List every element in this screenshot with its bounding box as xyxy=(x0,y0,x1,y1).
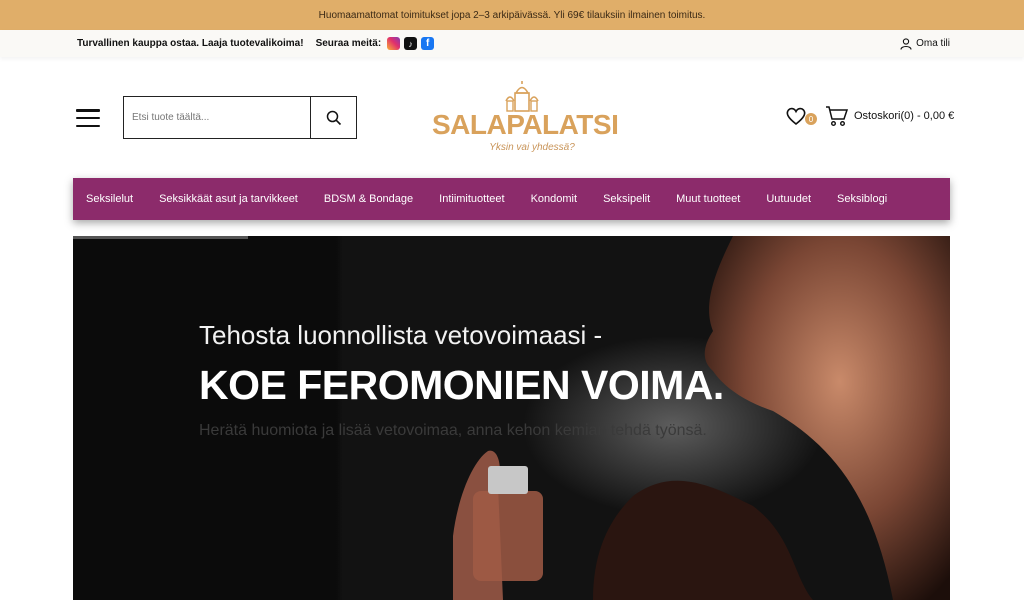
heart-icon xyxy=(786,107,806,126)
cart-icon xyxy=(826,106,849,127)
logo-tagline: Yksin vai yhdessä? xyxy=(489,142,575,153)
site-header: SALAPALATSI Yksin vai yhdessä? 0 Ostosko… xyxy=(0,57,1024,177)
utility-left: Turvallinen kauppa ostaa. Laaja tuoteval… xyxy=(77,30,438,57)
main-nav: Seksilelut Seksikkäät asut ja tarvikkeet… xyxy=(73,178,950,220)
hero-banner[interactable]: Tehosta luonnollista vetovoimaasi - KOE … xyxy=(73,236,950,600)
tiktok-icon[interactable]: ♪ xyxy=(404,37,418,50)
announcement-bar: Huomaamattomat toimitukset jopa 2–3 arki… xyxy=(0,0,1024,30)
search-button[interactable] xyxy=(310,97,356,138)
follow-label: Seuraa meitä: xyxy=(315,38,382,49)
hero-subtitle: Herätä huomiota ja lisää vetovoimaa, ann… xyxy=(199,422,707,439)
wishlist-button[interactable]: 0 xyxy=(785,106,817,126)
wishlist-count: 0 xyxy=(805,113,817,125)
search-icon xyxy=(326,110,341,125)
nav-item-intiimituotteet[interactable]: Intiimituotteet xyxy=(439,193,504,205)
nav-item-kondomit[interactable]: Kondomit xyxy=(531,193,577,205)
site-logo[interactable]: SALAPALATSI Yksin vai yhdessä? xyxy=(432,79,619,159)
nav-item-seksilelut[interactable]: Seksilelut xyxy=(86,193,133,205)
hero-heading: Tehosta luonnollista vetovoimaasi - xyxy=(199,320,603,350)
cart-label: Ostoskori(0) - 0,00 € xyxy=(854,110,955,122)
search-input[interactable] xyxy=(124,97,310,138)
announcement-text: Huomaamattomat toimitukset jopa 2–3 arki… xyxy=(318,9,706,21)
hero-image xyxy=(343,236,950,600)
utility-bar: Turvallinen kauppa ostaa. Laaja tuoteval… xyxy=(0,30,1024,57)
menu-icon[interactable] xyxy=(76,109,100,127)
cart-button[interactable]: Ostoskori(0) - 0,00 € xyxy=(825,105,954,127)
facebook-icon[interactable]: f xyxy=(421,37,435,50)
palace-icon xyxy=(505,81,539,112)
nav-item-uutuudet[interactable]: Uutuudet xyxy=(766,193,811,205)
nav-item-asut[interactable]: Seksikkäät asut ja tarvikkeet xyxy=(159,193,298,205)
social-links: ♪ f xyxy=(387,37,438,50)
user-icon xyxy=(900,37,912,50)
nav-item-muut-tuotteet[interactable]: Muut tuotteet xyxy=(676,193,740,205)
nav-item-seksipelit[interactable]: Seksipelit xyxy=(603,193,650,205)
nav-item-bdsm[interactable]: BDSM & Bondage xyxy=(324,193,413,205)
nav-item-seksiblogi[interactable]: Seksiblogi xyxy=(837,193,887,205)
search-form xyxy=(123,96,357,139)
account-link[interactable]: Oma tili xyxy=(900,30,950,57)
hero-title: KOE FEROMONIEN VOIMA. xyxy=(199,362,724,408)
store-tagline: Turvallinen kauppa ostaa. Laaja tuoteval… xyxy=(77,38,304,49)
slider-progress xyxy=(73,236,248,239)
account-label: Oma tili xyxy=(916,38,950,49)
logo-wordmark: SALAPALATSI xyxy=(432,109,619,140)
instagram-icon[interactable] xyxy=(387,37,401,50)
